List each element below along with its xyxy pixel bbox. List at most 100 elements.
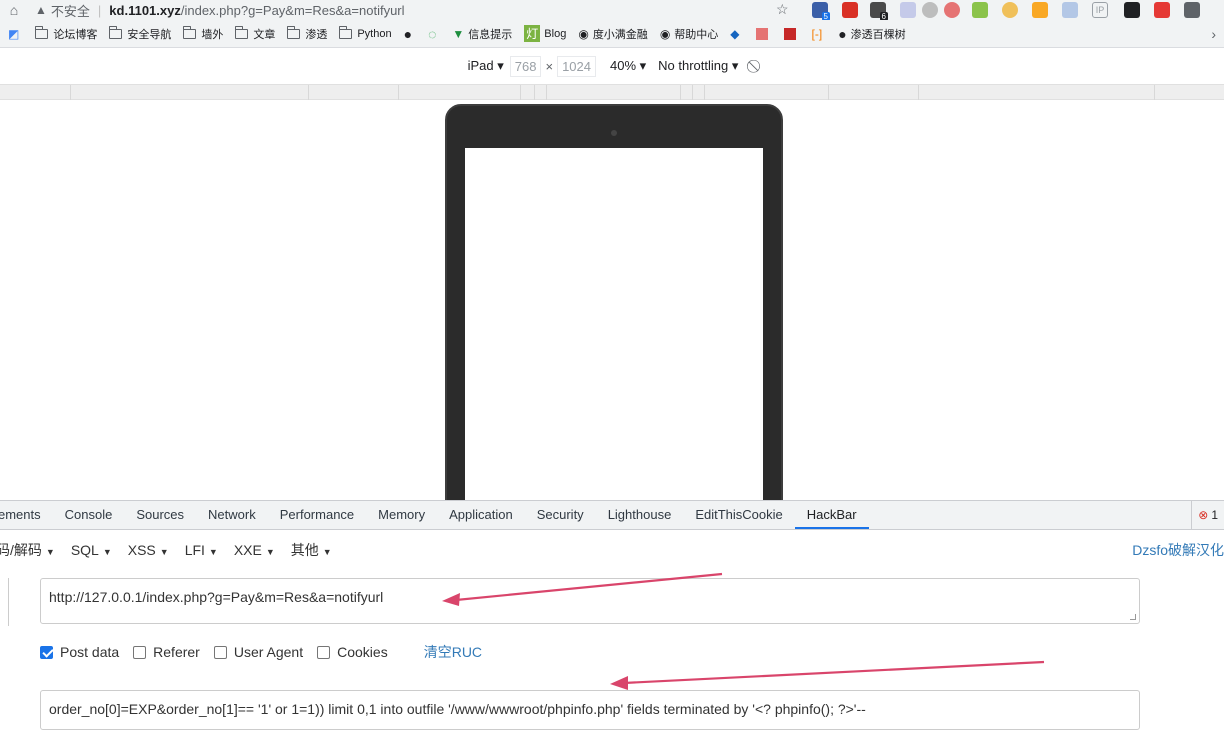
tab-performance[interactable]: Performance <box>268 501 366 529</box>
extension-icon[interactable] <box>1032 2 1048 18</box>
menu-label: XXE <box>233 542 262 558</box>
menu-xxe[interactable]: XXE ▼ <box>234 542 275 558</box>
tab-editthiscookie[interactable]: EditThisCookie <box>683 501 794 529</box>
bookmark-label: 渗透 <box>305 28 328 41</box>
more-bookmarks-icon[interactable]: › <box>1211 26 1216 42</box>
url-value: http://127.0.0.1/index.php?g=Pay&m=Res&a… <box>49 589 384 605</box>
bookmark-link[interactable]: ▼ 信息提示 <box>452 26 512 42</box>
checkbox-label: Referer <box>153 644 200 660</box>
resize-handle-icon[interactable] <box>1130 614 1136 620</box>
referer-checkbox[interactable]: Referer <box>133 644 200 660</box>
menu-lfi[interactable]: LFI ▼ <box>185 542 218 558</box>
zoom-select[interactable]: 40% ▾ <box>610 58 646 74</box>
extension-icon[interactable] <box>1002 2 1018 18</box>
extension-icon[interactable] <box>1154 2 1170 18</box>
menu-xss[interactable]: XSS ▼ <box>128 542 169 558</box>
hackbar-panel: http://127.0.0.1/index.php?g=Pay&m=Res&a… <box>0 570 1224 730</box>
extension-icon[interactable] <box>944 2 960 18</box>
menu-other[interactable]: 其他 ▼ <box>291 540 332 560</box>
tab-console[interactable]: Console <box>53 501 125 529</box>
bookmark-star-icon[interactable]: ☆ <box>776 1 789 18</box>
bookmark-link[interactable]: ● 渗透百棵树 <box>838 26 905 42</box>
bookmark-link[interactable] <box>783 27 800 40</box>
extension-icon[interactable] <box>900 2 916 18</box>
post-data-checkbox[interactable]: Post data <box>40 644 119 660</box>
checkbox-unchecked[interactable] <box>317 645 331 659</box>
tab-application[interactable]: Application <box>437 501 525 529</box>
bookmark-folder[interactable]: 论坛博客 <box>34 25 97 42</box>
error-counter[interactable]: ⊗ 1 <box>1191 501 1224 529</box>
vue-icon: ▼ <box>452 26 465 41</box>
times-sign: × <box>545 58 554 74</box>
bookmark-link[interactable]: ◉ 帮助中心 <box>660 26 718 42</box>
width-input[interactable]: 768 <box>509 55 542 77</box>
folder-icon <box>234 25 249 39</box>
tab-sources[interactable]: Sources <box>124 501 196 529</box>
github-bookmark[interactable]: ● <box>404 26 416 42</box>
error-count: 1 <box>1211 508 1218 522</box>
bookmark-folder[interactable]: 墙外 <box>182 25 223 42</box>
bookmark-folder[interactable]: 安全导航 <box>108 25 171 42</box>
menu-label: LFI <box>184 542 205 558</box>
cookies-checkbox[interactable]: Cookies <box>317 644 388 660</box>
extension-icon[interactable] <box>972 2 988 18</box>
menu-label: 码/解码 <box>0 542 42 558</box>
bookmarks-bar: ◩ 论坛博客 安全导航 墙外 文章 渗透 Python ● ◌ ▼ 信息提示 灯B… <box>0 20 1224 48</box>
height-input[interactable]: 1024 <box>557 55 596 77</box>
tab-lighthouse[interactable]: Lighthouse <box>596 501 684 529</box>
bookmark-link[interactable]: ◆ <box>730 27 743 41</box>
apps-shortcut[interactable]: ◩ <box>8 27 23 41</box>
throttle-select[interactable]: No throttling ▾ <box>658 58 738 74</box>
checkbox-label: Post data <box>60 644 120 660</box>
media-query-ruler[interactable] <box>0 84 1224 100</box>
device-screen[interactable] <box>465 148 763 508</box>
omnibox[interactable]: ▲ 不安全 | kd.1101.xyz /index.php?g=Pay&m=R… <box>35 0 405 20</box>
credit-link[interactable]: Dzsfo破解汉化 <box>1132 530 1224 570</box>
bookmark-folder[interactable]: 渗透 <box>286 25 328 42</box>
refresh-bookmark[interactable]: ◌ <box>428 26 440 42</box>
extension-icon[interactable] <box>1124 2 1140 18</box>
menu-encoding[interactable]: 码/解码 ▼ <box>0 540 55 560</box>
url-textarea[interactable]: http://127.0.0.1/index.php?g=Pay&m=Res&a… <box>40 578 1140 624</box>
extension-icon[interactable] <box>1062 2 1078 18</box>
bookmark-link[interactable]: [-] <box>812 27 827 41</box>
checkbox-unchecked[interactable] <box>213 645 227 659</box>
ruler-tick <box>308 85 309 100</box>
bookmark-folder[interactable]: 文章 <box>234 25 275 42</box>
request-options: Post data Referer User Agent Cookies 清空R… <box>40 642 482 662</box>
post-body-textarea[interactable]: order_no[0]=EXP&order_no[1]== '1' or 1=1… <box>40 690 1140 730</box>
url-path[interactable]: /index.php?g=Pay&m=Res&a=notifyurl <box>181 3 405 18</box>
insecure-label[interactable]: 不安全 <box>51 1 90 20</box>
folder-icon <box>108 25 123 39</box>
tab-elements[interactable]: ements <box>0 501 53 529</box>
bookmark-link[interactable]: ◉ 度小满金融 <box>578 26 647 42</box>
checkbox-unchecked[interactable] <box>133 645 147 659</box>
bookmark-link[interactable]: 灯 Blog <box>524 25 566 42</box>
extension-icon[interactable] <box>922 2 938 18</box>
bookmark-link[interactable] <box>755 27 772 40</box>
error-icon: ⊗ <box>1198 508 1209 522</box>
tab-memory[interactable]: Memory <box>366 501 437 529</box>
extension-icon[interactable] <box>842 2 858 18</box>
user-agent-checkbox[interactable]: User Agent <box>213 644 303 660</box>
menu-sql[interactable]: SQL ▼ <box>71 542 112 558</box>
tab-network[interactable]: Network <box>196 501 268 529</box>
url-host[interactable]: kd.1101.xyz <box>109 3 181 18</box>
extension-icon[interactable]: 5 <box>812 2 830 21</box>
tab-hackbar[interactable]: HackBar <box>794 501 869 529</box>
ip-extension-icon[interactable]: IP <box>1092 2 1108 18</box>
ruler-tick <box>398 85 399 100</box>
bookmark-folder[interactable]: Python <box>338 25 392 40</box>
home-icon[interactable]: ⌂ <box>3 2 25 18</box>
checkbox-checked[interactable] <box>40 645 53 659</box>
caret-down-icon: ▼ <box>159 547 169 557</box>
zoom-select-value: 40% <box>609 58 637 73</box>
puzzle-icon[interactable] <box>1184 2 1200 18</box>
clear-ruc-button[interactable]: 清空RUC <box>424 642 482 662</box>
extension-icon[interactable]: 6 <box>870 2 888 21</box>
tab-security[interactable]: Security <box>525 501 596 529</box>
globe-icon: ◉ <box>578 26 589 41</box>
device-select[interactable]: iPad ▾ <box>468 58 504 74</box>
warning-icon[interactable]: ▲ <box>35 3 47 17</box>
ruler-tick <box>534 85 535 100</box>
